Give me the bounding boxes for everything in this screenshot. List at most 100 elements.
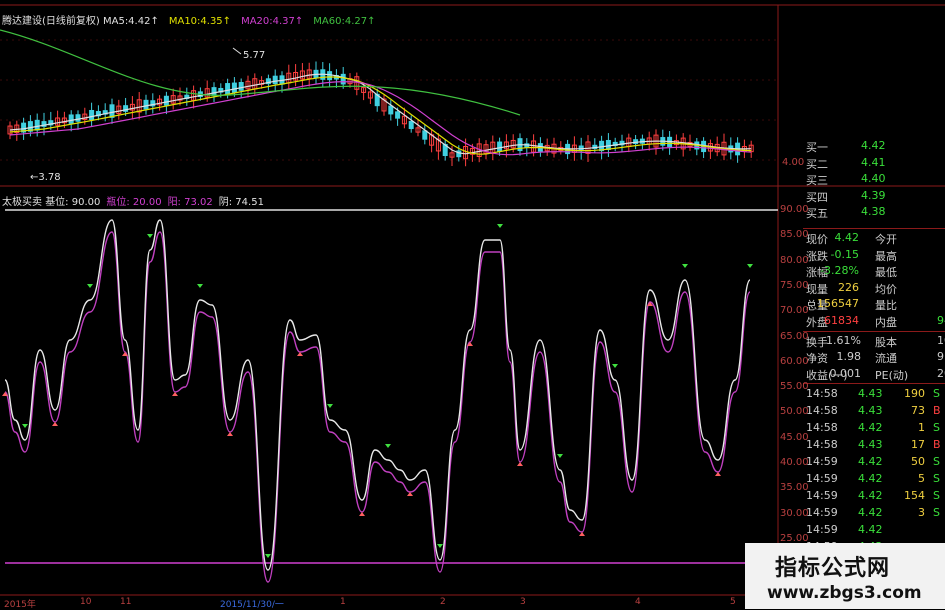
candle-body bbox=[34, 119, 40, 131]
buy-signal-arrow bbox=[579, 532, 585, 536]
sell-signal-arrow bbox=[265, 554, 271, 558]
quote-panel: 买一 4.42 买二 4.41 买三 4.40 买四 4.39 买五 4.38 现价 4.42 今开 涨跌… bbox=[803, 138, 945, 564]
oscillator-y-tick: 70.00 bbox=[780, 305, 809, 317]
price-axis-tick: 4.00 bbox=[782, 157, 805, 168]
tick-time: 14:58 bbox=[806, 387, 838, 401]
low-price-marker: ←3.78 bbox=[30, 172, 61, 183]
ma-legend-item: MA20:4.37↑ bbox=[241, 16, 304, 27]
bid-row: 买五 4.38 bbox=[803, 204, 945, 220]
quote-stat-row: 涨跌 -0.15 最高 bbox=[803, 247, 945, 263]
stat-value: 4.42 bbox=[834, 231, 860, 244]
tick-volume: 3 bbox=[918, 506, 925, 520]
sell-signal-arrow bbox=[682, 264, 688, 268]
tick-side: S bbox=[933, 387, 940, 401]
tick-price: 4.42 bbox=[858, 421, 883, 435]
tick-row: 14:58 4.43 73 B bbox=[803, 403, 945, 419]
stat-label: PE(动) bbox=[875, 368, 909, 382]
oscillator-y-tick: 65.00 bbox=[780, 330, 809, 342]
candle-body bbox=[143, 99, 149, 110]
stat-label: 最高 bbox=[875, 249, 897, 263]
date-axis-label: 5 bbox=[730, 597, 736, 607]
tick-time: 14:58 bbox=[806, 421, 838, 435]
main-chart-legend: 腾达建设(日线前复权) MA5:4.42↑ MA10:4.35↑ MA20:4.37… bbox=[2, 12, 386, 27]
sell-signal-arrow bbox=[557, 454, 563, 458]
quote-stat-row: 收益(一)0.001PE(动)20 bbox=[803, 366, 945, 382]
oscillator-y-tick: 85.00 bbox=[780, 229, 809, 241]
candle-body bbox=[395, 111, 401, 119]
tick-volume: 1 bbox=[918, 421, 925, 435]
bid-label: 买四 bbox=[806, 190, 828, 204]
date-axis-label: 1 bbox=[340, 597, 346, 607]
stat-label: 内盘 bbox=[875, 316, 897, 329]
bid-row: 买一 4.42 bbox=[803, 138, 945, 154]
stat-value: 0.001 bbox=[829, 366, 862, 380]
date-axis-label: 11 bbox=[120, 597, 132, 607]
tick-time: 14:59 bbox=[806, 455, 838, 469]
bid-price: 4.41 bbox=[861, 155, 886, 169]
tick-price: 4.43 bbox=[858, 404, 883, 418]
tick-time: 14:58 bbox=[806, 438, 838, 452]
candle-body bbox=[89, 109, 95, 121]
bid-label: 买三 bbox=[806, 174, 828, 187]
date-axis-label: 4 bbox=[635, 597, 641, 607]
tick-volume: 154 bbox=[904, 489, 925, 503]
oscillator-title: 太极买卖 bbox=[2, 197, 46, 208]
stat-value: 10. bbox=[937, 333, 945, 347]
oscillator-y-tick: 35.00 bbox=[780, 482, 809, 494]
bid-price: 4.40 bbox=[861, 172, 886, 185]
stat-value: 226 bbox=[838, 280, 859, 294]
oscillator-param: 瓶位: 20.00 bbox=[106, 197, 162, 208]
stat-label: 股本 bbox=[875, 335, 897, 349]
stat-value: 1.98 bbox=[836, 350, 862, 364]
date-axis-label: 2015年 bbox=[4, 600, 36, 610]
quote-stat-row: 外盘61834内盘94 bbox=[803, 313, 945, 329]
candle-body bbox=[422, 130, 428, 140]
buy-signal-arrow bbox=[227, 432, 233, 436]
sell-signal-arrow bbox=[197, 284, 203, 288]
tick-side: B bbox=[933, 404, 941, 418]
quote-stat-row: 换手1.61% 股本 10. bbox=[803, 333, 945, 349]
sell-signal-arrow bbox=[747, 264, 753, 268]
stat-label: 流通 bbox=[875, 352, 897, 366]
bid-row: 买四 4.39 bbox=[803, 188, 945, 204]
stat-label: 换手 bbox=[806, 335, 828, 349]
date-axis-label: 3 bbox=[520, 597, 526, 607]
ma60-line bbox=[0, 29, 521, 116]
candle-body bbox=[163, 95, 169, 106]
tick-price: 4.42 bbox=[858, 506, 883, 520]
stat-value: 156547 bbox=[817, 297, 859, 311]
candle-body bbox=[497, 141, 503, 152]
sell-signal-arrow bbox=[497, 224, 503, 228]
tick-row: 14:58 4.42 1 S bbox=[803, 420, 945, 436]
buy-signal-arrow bbox=[715, 472, 721, 476]
watermark-url: www.zbgs3.com bbox=[767, 583, 922, 603]
ma5-line bbox=[9, 73, 752, 155]
stat-value: -3.28% bbox=[820, 264, 859, 278]
tick-time: 14:58 bbox=[806, 404, 838, 418]
stat-value: 9.7 bbox=[937, 350, 945, 364]
buy-signal-arrow bbox=[52, 422, 58, 426]
tick-volume: 190 bbox=[904, 387, 925, 401]
stat-label: 均价 bbox=[875, 282, 897, 296]
tick-side: B bbox=[933, 438, 941, 452]
quote-stat-row: 总量 156547 量比 bbox=[803, 296, 945, 312]
candle-body bbox=[408, 120, 414, 130]
bid-row: 买二 4.41 bbox=[803, 155, 945, 171]
buy-signal-arrow bbox=[297, 352, 303, 356]
stat-label: 现量 bbox=[806, 282, 828, 296]
tick-row: 14:59 4.42 154 S bbox=[803, 488, 945, 504]
candle-body bbox=[68, 114, 74, 124]
tick-volume: 73 bbox=[911, 404, 925, 418]
stat-label: 今开 bbox=[875, 233, 897, 246]
oscillator-y-tick: 55.00 bbox=[780, 381, 809, 393]
quote-stat-row: 净资 1.98 流通 9.7 bbox=[803, 349, 945, 365]
stat-value: 94 bbox=[937, 314, 945, 327]
oscillator-param: 基位: 90.00 bbox=[45, 197, 101, 208]
tick-row: 14:59 4.42 3 S bbox=[803, 505, 945, 521]
stat-value: 1.61% bbox=[826, 333, 861, 347]
stat-value: 61834 bbox=[824, 314, 859, 327]
tick-time: 14:59 bbox=[806, 489, 838, 503]
quote-stat-row: 现价 4.42 今开 bbox=[803, 230, 945, 246]
tick-row: 14:58 4.43 17 B bbox=[803, 437, 945, 453]
quote-stat-row: 涨幅 -3.28% 最低 bbox=[803, 263, 945, 279]
